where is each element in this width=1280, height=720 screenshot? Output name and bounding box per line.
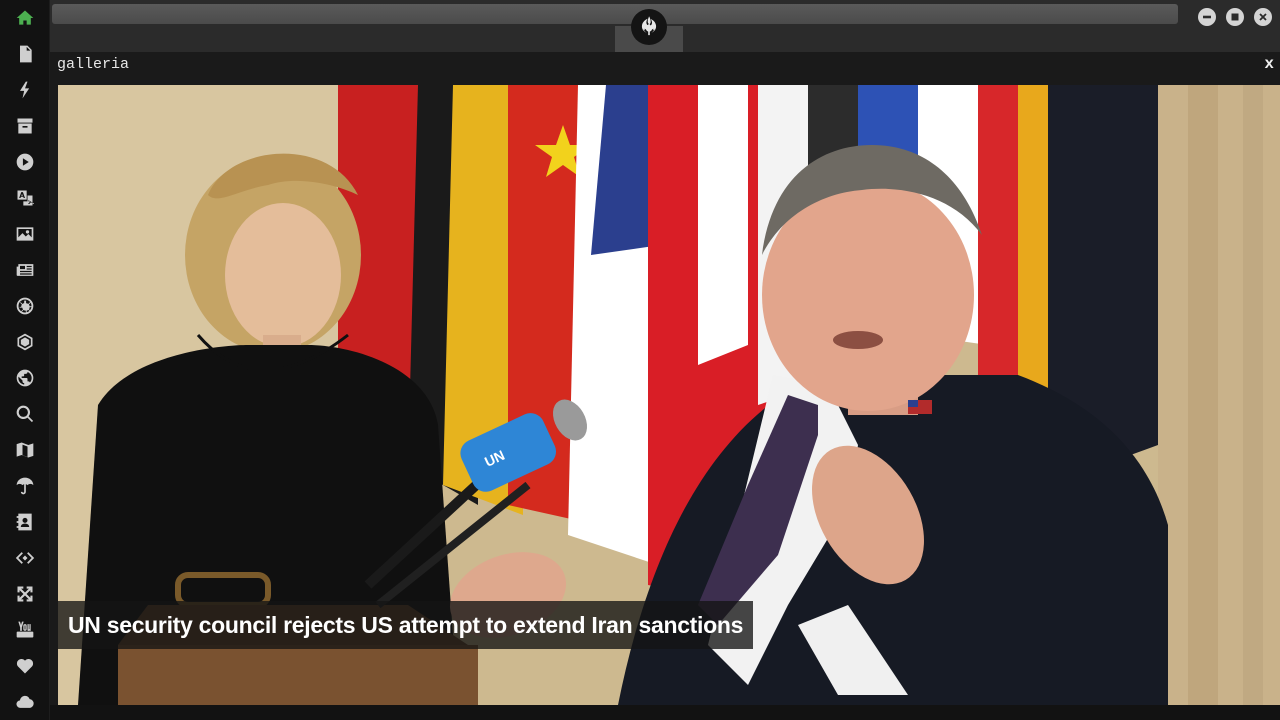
- sidebar-item-globe[interactable]: [0, 360, 50, 396]
- umbrella-icon: [16, 477, 34, 495]
- photo-caption: UN security council rejects US attempt t…: [58, 601, 754, 649]
- image-icon: [16, 227, 34, 241]
- globe-icon: [16, 369, 34, 387]
- home-icon: [16, 10, 34, 25]
- maximize-icon: [1231, 13, 1239, 21]
- rebel-alliance-icon: [641, 16, 657, 36]
- sidebar-item-youtube[interactable]: [0, 612, 50, 648]
- map-icon: [16, 442, 34, 458]
- sidebar-item-lightning[interactable]: [0, 72, 50, 108]
- sidebar-item-cloud[interactable]: [0, 684, 50, 720]
- sidebar-item-contacts[interactable]: [0, 504, 50, 540]
- cloud-icon: [16, 695, 34, 708]
- top-bar: [50, 0, 1280, 52]
- contacts-icon: [16, 513, 32, 531]
- sidebar-item-map[interactable]: [0, 432, 50, 468]
- search-icon: [16, 405, 34, 423]
- archive-icon: [17, 118, 33, 134]
- sidebar-item-home[interactable]: [0, 0, 50, 36]
- play-icon: [16, 153, 34, 171]
- gallery-photo[interactable]: UN UN security council rejects US attemp…: [58, 85, 1280, 705]
- hexagon-icon: [17, 333, 33, 351]
- sidebar-item-play[interactable]: [0, 144, 50, 180]
- sidebar-item-search[interactable]: [0, 396, 50, 432]
- sidebar-item-heart[interactable]: [0, 648, 50, 684]
- sidebar-item-code[interactable]: [0, 540, 50, 576]
- newspaper-icon: [16, 264, 34, 276]
- lightning-icon: [20, 81, 30, 99]
- panel-close-button[interactable]: x: [1264, 55, 1274, 73]
- expand-icon: [17, 586, 33, 602]
- heart-icon: [16, 658, 34, 674]
- panel-title: galleria: [57, 56, 130, 73]
- translate-icon: [17, 190, 34, 206]
- bottom-strip: [50, 705, 1280, 720]
- youtube-icon: [16, 621, 34, 638]
- close-window-button[interactable]: [1254, 8, 1272, 26]
- sidebar-item-umbrella[interactable]: [0, 468, 50, 504]
- sidebar-item-archive[interactable]: [0, 108, 50, 144]
- maximize-button[interactable]: [1226, 8, 1244, 26]
- sidebar-item-image[interactable]: [0, 216, 50, 252]
- minimize-icon: [1203, 15, 1211, 19]
- sidebar-item-newspaper[interactable]: [0, 252, 50, 288]
- sidebar: [0, 0, 50, 720]
- empire-icon: [16, 297, 34, 315]
- document-icon: [20, 45, 32, 63]
- address-bar[interactable]: [52, 4, 1178, 24]
- minimize-button[interactable]: [1198, 8, 1216, 26]
- gallery-panel: galleria x UN UN security council reject…: [50, 52, 1280, 720]
- logo-badge[interactable]: [631, 9, 667, 45]
- sidebar-item-translate[interactable]: [0, 180, 50, 216]
- close-icon: [1259, 13, 1267, 21]
- code-icon: [15, 552, 35, 564]
- sidebar-item-document[interactable]: [0, 36, 50, 72]
- sidebar-item-empire[interactable]: [0, 288, 50, 324]
- sidebar-item-hexagon[interactable]: [0, 324, 50, 360]
- sidebar-item-expand[interactable]: [0, 576, 50, 612]
